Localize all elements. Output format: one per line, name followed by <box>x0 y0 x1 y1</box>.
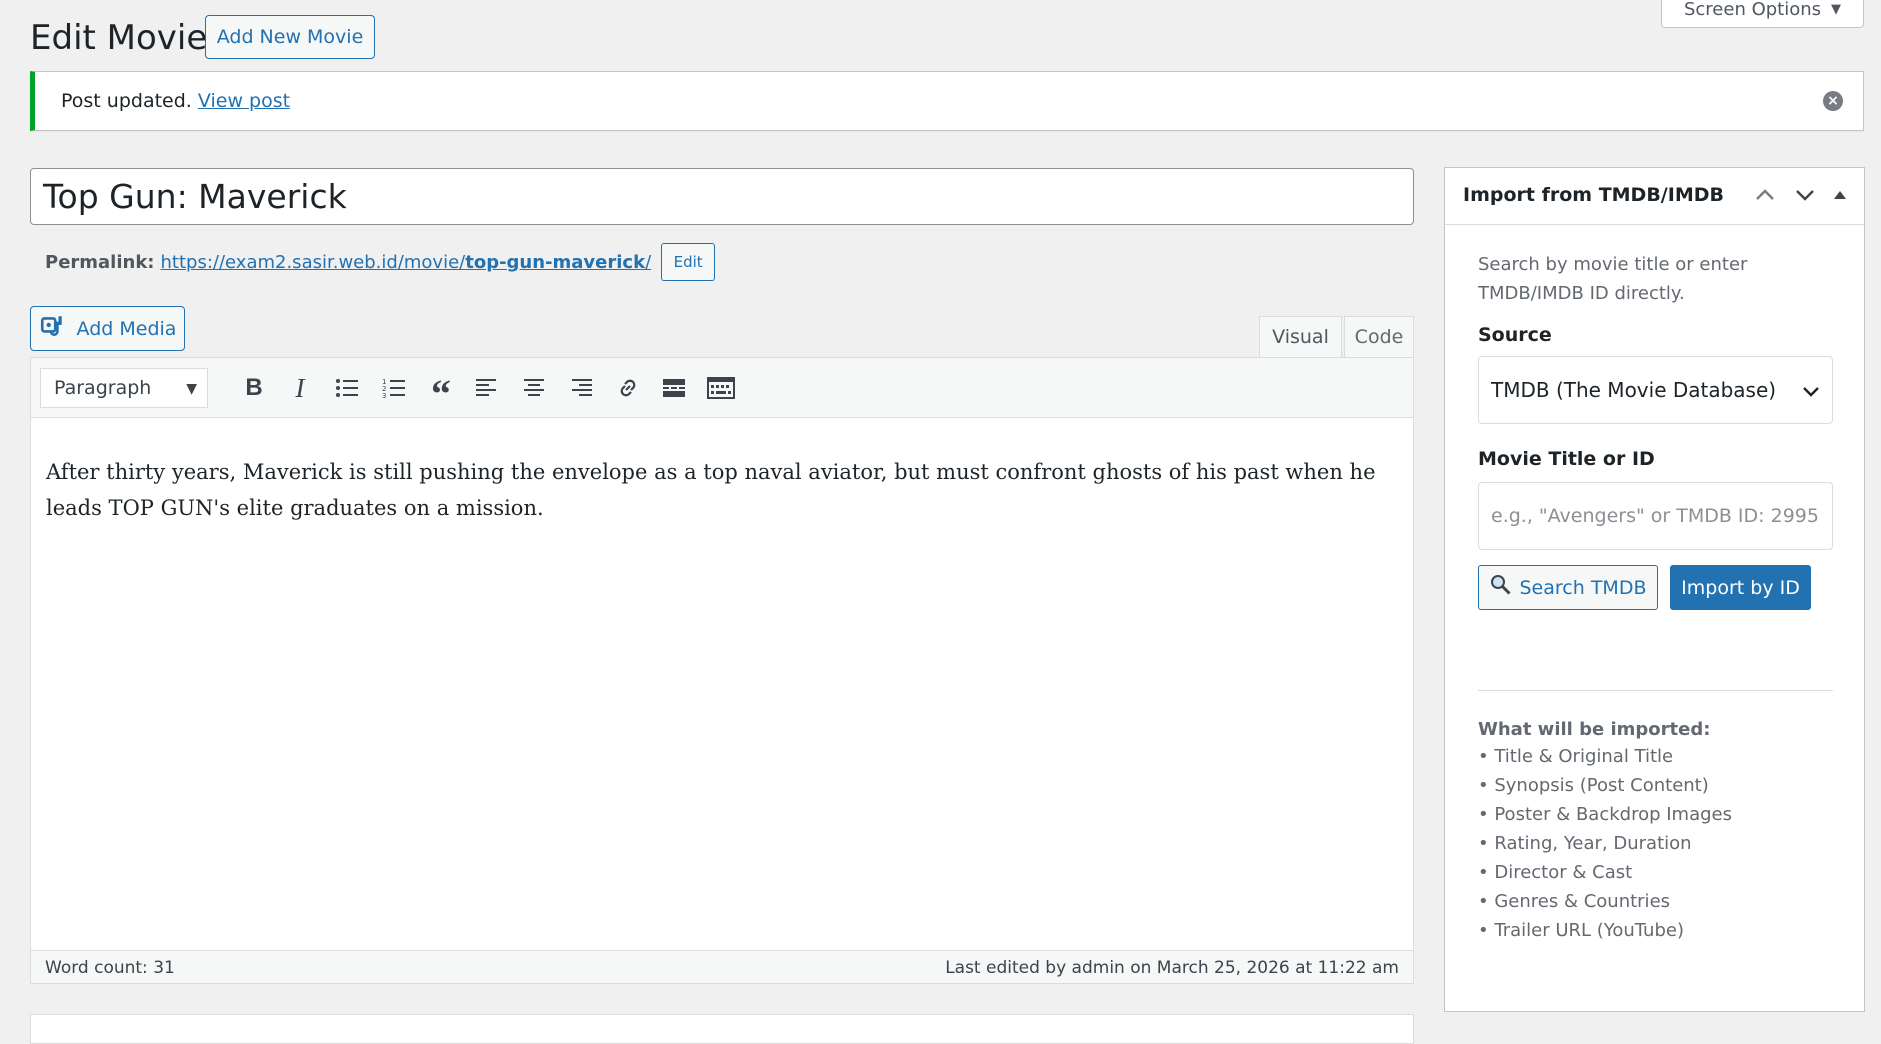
bold-icon[interactable]: B <box>236 370 272 406</box>
dismiss-notice-icon[interactable]: × <box>1823 91 1843 111</box>
import-actions: Search TMDB Import by ID <box>1478 565 1833 610</box>
editor-statusbar: Word count: 31 Last edited by admin on M… <box>31 950 1413 983</box>
align-left-icon[interactable] <box>469 370 505 406</box>
source-label: Source <box>1478 324 1552 346</box>
import-metabox-title: Import from TMDB/IMDB <box>1463 184 1724 206</box>
import-metabox-body: Search by movie title or enter TMDB/IMDB… <box>1478 250 1833 945</box>
tab-visual[interactable]: Visual <box>1259 316 1342 358</box>
link-icon[interactable] <box>610 370 646 406</box>
notice-text: Post updated. <box>61 90 192 112</box>
bulleted-list-icon[interactable] <box>329 370 365 406</box>
read-more-icon[interactable] <box>656 370 692 406</box>
metabox-below-editor <box>30 1014 1414 1044</box>
view-post-link[interactable]: View post <box>198 90 290 112</box>
import-by-id-button[interactable]: Import by ID <box>1670 565 1811 610</box>
what-imported-title: What will be imported: <box>1478 719 1711 740</box>
collapse-toggle-icon[interactable] <box>1825 180 1855 210</box>
divider <box>1478 690 1833 691</box>
search-icon <box>1490 574 1512 601</box>
import-metabox: Import from TMDB/IMDB Search by movie ti… <box>1444 167 1865 1012</box>
italic-icon[interactable]: I <box>282 370 318 406</box>
notice-message: Post updated. View post <box>61 90 290 112</box>
numbered-list-icon[interactable]: 123 <box>376 370 412 406</box>
chevron-up-icon[interactable] <box>1750 180 1780 210</box>
format-select[interactable]: Paragraph ▼ <box>40 368 208 408</box>
list-item: • Rating, Year, Duration <box>1478 833 1692 854</box>
triangle-down-icon: ▼ <box>1831 2 1842 17</box>
permalink-base: https://exam2.sasir.web.id/movie/ <box>160 251 466 273</box>
editor-toolbar: Paragraph ▼ B I 123 “ <box>31 358 1413 418</box>
list-item: • Trailer URL (YouTube) <box>1478 920 1684 941</box>
update-notice: Post updated. View post × <box>30 71 1864 131</box>
permalink-row: Permalink: https://exam2.sasir.web.id/mo… <box>45 243 716 281</box>
list-item: • Director & Cast <box>1478 862 1633 883</box>
import-intro: Search by movie title or enter TMDB/IMDB… <box>1478 254 1748 304</box>
chevron-down-icon <box>1802 378 1820 402</box>
source-select-value: TMDB (The Movie Database) <box>1491 378 1777 402</box>
list-item: • Synopsis (Post Content) <box>1478 775 1709 796</box>
last-edited: Last edited by admin on March 25, 2026 a… <box>945 958 1399 978</box>
add-media-label: Add Media <box>76 317 177 340</box>
search-tmdb-button[interactable]: Search TMDB <box>1478 565 1658 610</box>
editor: Paragraph ▼ B I 123 “ After thirty years… <box>30 357 1414 984</box>
edit-permalink-button[interactable]: Edit <box>661 243 716 281</box>
source-select[interactable]: TMDB (The Movie Database) <box>1478 356 1833 424</box>
svg-text:3: 3 <box>382 392 386 399</box>
movie-id-input[interactable] <box>1478 482 1833 550</box>
chevron-down-icon[interactable] <box>1790 180 1820 210</box>
add-media-button[interactable]: Add Media <box>30 306 185 351</box>
import-metabox-header: Import from TMDB/IMDB <box>1445 168 1864 225</box>
media-icon <box>39 313 65 344</box>
dropdown-caret-icon: ▼ <box>186 381 197 397</box>
blockquote-icon[interactable]: “ <box>423 370 459 414</box>
add-new-movie-button[interactable]: Add New Movie <box>205 15 375 59</box>
list-item: • Genres & Countries <box>1478 891 1671 912</box>
permalink-end: / <box>645 251 652 273</box>
list-item: • Title & Original Title <box>1478 746 1674 767</box>
post-title-input[interactable]: Top Gun: Maverick <box>30 168 1414 225</box>
tab-code[interactable]: Code <box>1344 316 1414 358</box>
what-imported-list: • Title & Original Title • Synopsis (Pos… <box>1478 742 1833 945</box>
screen-options-label: Screen Options <box>1683 0 1822 20</box>
screen-options-button[interactable]: Screen Options ▼ <box>1661 0 1864 28</box>
align-right-icon[interactable] <box>563 370 599 406</box>
editor-content[interactable]: After thirty years, Maverick is still pu… <box>46 454 1386 526</box>
list-item: • Poster & Backdrop Images <box>1478 804 1732 825</box>
toolbar-toggle-icon[interactable] <box>703 370 739 406</box>
align-center-icon[interactable] <box>516 370 552 406</box>
permalink-label: Permalink: <box>45 251 155 273</box>
movie-id-label: Movie Title or ID <box>1478 448 1655 470</box>
page-title: Edit Movie <box>30 18 208 58</box>
permalink-link[interactable]: https://exam2.sasir.web.id/movie/top-gun… <box>161 252 652 273</box>
search-tmdb-label: Search TMDB <box>1519 576 1647 599</box>
permalink-slug: top-gun-maverick <box>465 251 646 273</box>
word-count: Word count: 31 <box>45 958 175 978</box>
format-select-value: Paragraph <box>54 377 152 399</box>
